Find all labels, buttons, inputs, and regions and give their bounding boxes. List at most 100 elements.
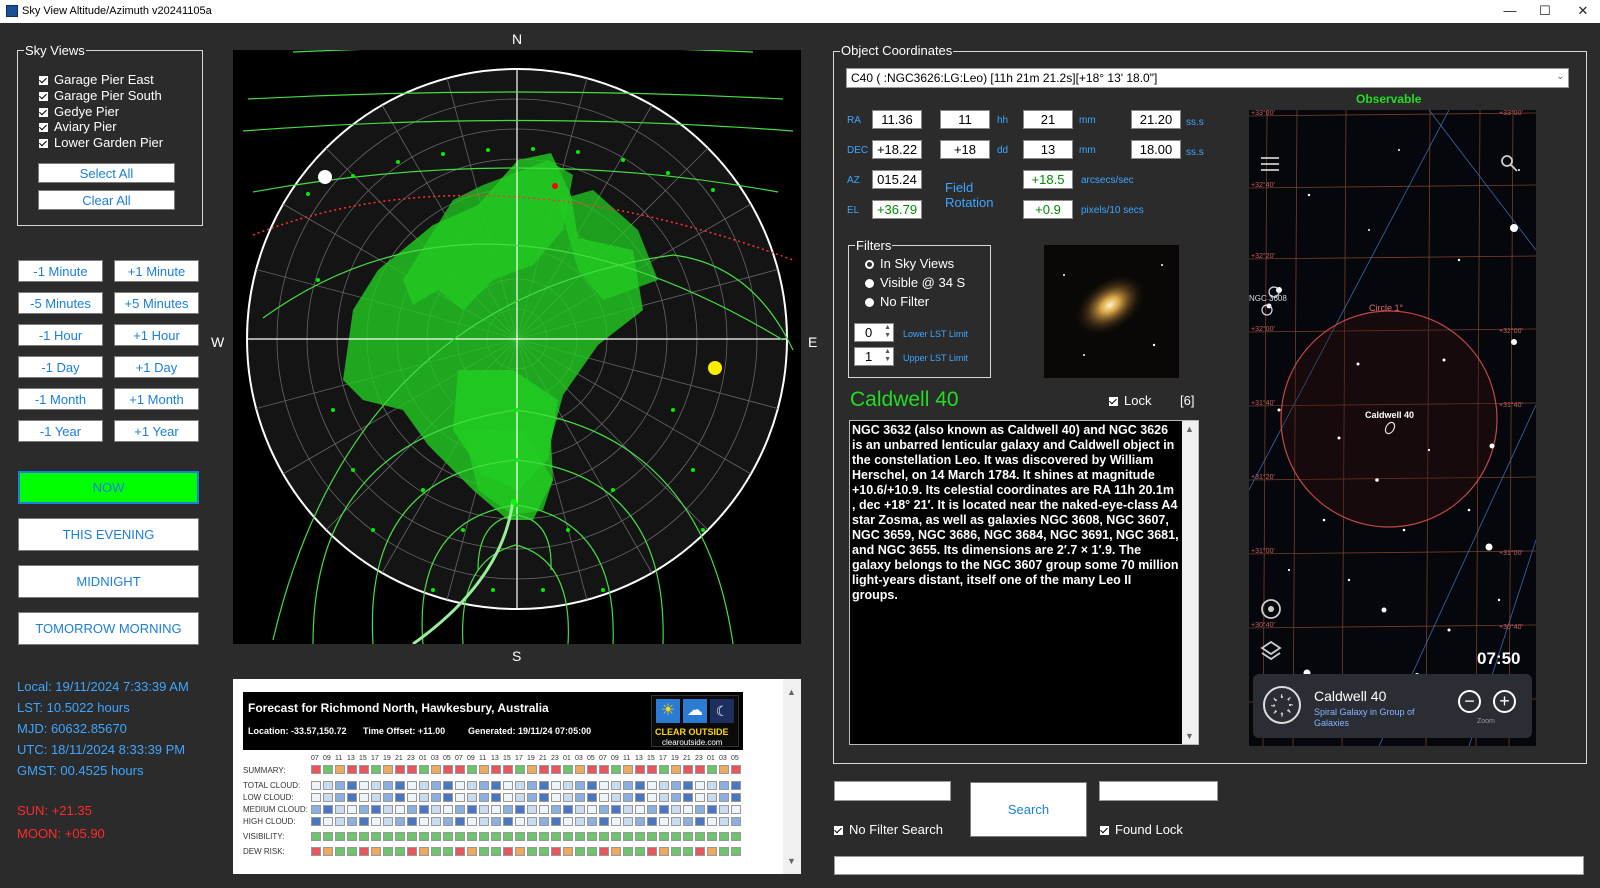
upper-lst-spinner[interactable]: 1 ▲ ▼	[854, 347, 894, 366]
forecast-hour-label: 05	[587, 755, 595, 762]
forecast-cell	[347, 847, 357, 856]
plus-1-month-button[interactable]: +1 Month	[114, 388, 199, 410]
forecast-cell	[323, 793, 333, 802]
search-input-right[interactable]	[1099, 781, 1218, 801]
scroll-up-icon[interactable]: ▲	[787, 687, 796, 697]
tomorrow-morning-button[interactable]: TOMORROW MORNING	[18, 612, 199, 645]
chevron-down-icon[interactable]: ⌄	[1556, 71, 1564, 82]
sky-view-checkbox-3[interactable]: Gedye Pier	[39, 104, 119, 119]
forecast-cell	[407, 793, 417, 802]
spinner-arrows-icon[interactable]: ▲ ▼	[884, 324, 891, 340]
scroll-down-icon[interactable]: ▼	[787, 856, 796, 866]
ra-minutes-input[interactable]: 21	[1023, 110, 1073, 129]
sky-view-checkbox-5[interactable]: Lower Garden Pier	[39, 135, 163, 150]
search-input-left[interactable]	[834, 781, 951, 801]
dec-degrees-input[interactable]: +18	[940, 140, 990, 159]
object-select[interactable]: C40 ( :NGC3626:LG:Leo) [11h 21m 21.2s][+…	[846, 68, 1569, 88]
object-info-card[interactable]: ҉ Caldwell 40 Spiral Galaxy in Group of …	[1253, 674, 1532, 738]
filter-in-sky-views[interactable]: In Sky Views	[865, 256, 954, 271]
forecast-cell	[707, 817, 717, 826]
spinner-arrows-icon[interactable]: ▲ ▼	[884, 348, 891, 364]
forecast-cell	[347, 832, 357, 841]
observable-status: Observable	[1356, 92, 1422, 106]
forecast-cell	[491, 781, 501, 790]
filter-no-filter[interactable]: No Filter	[865, 294, 929, 309]
forecast-scrollbar[interactable]: ▲ ▼	[783, 679, 801, 874]
forecast-cell	[623, 805, 633, 814]
row-label-medium-cloud: MEDIUM CLOUD:	[243, 805, 308, 814]
forecast-cell	[419, 847, 429, 856]
forecast-cell	[467, 847, 477, 856]
forecast-hour-label: 03	[431, 755, 439, 762]
forecast-cell	[431, 765, 441, 774]
select-all-button[interactable]: Select All	[38, 163, 175, 183]
description-box[interactable]: NGC 3632 (also known as Caldwell 40) and…	[849, 420, 1199, 745]
row-label-total-cloud: TOTAL CLOUD:	[243, 781, 301, 790]
ra-hours-input[interactable]: 11	[940, 110, 990, 129]
forecast-cell	[383, 793, 393, 802]
forecast-cell	[455, 765, 465, 774]
plus-1-day-button[interactable]: +1 Day	[114, 356, 199, 378]
forecast-cell	[467, 817, 477, 826]
sky-plot[interactable]	[233, 50, 801, 644]
filter-visible-34s[interactable]: Visible @ 34 S	[865, 275, 965, 290]
plus-1-year-button[interactable]: +1 Year	[114, 420, 199, 442]
lower-lst-spinner[interactable]: 0 ▲ ▼	[854, 323, 894, 342]
midnight-button[interactable]: MIDNIGHT	[18, 565, 199, 598]
sky-view-checkbox-1[interactable]: Garage Pier East	[39, 72, 154, 87]
clear-all-button[interactable]: Clear All	[38, 190, 175, 210]
minus-1-month-button[interactable]: -1 Month	[18, 388, 103, 410]
forecast-cell	[563, 765, 573, 774]
plus-1-hour-button[interactable]: +1 Hour	[114, 324, 199, 346]
forecast-cell	[683, 805, 693, 814]
search-button[interactable]: Search	[970, 782, 1087, 837]
no-filter-search-checkbox[interactable]: No Filter Search	[834, 822, 943, 837]
forecast-cell	[551, 805, 561, 814]
forecast-cell	[707, 781, 717, 790]
sky-views-title: Sky Views	[24, 43, 86, 58]
description-scrollbar[interactable]: ▲ ▼	[1182, 421, 1198, 744]
scroll-down-icon[interactable]: ▼	[1185, 731, 1194, 741]
forecast-cell	[479, 765, 489, 774]
scroll-up-icon[interactable]: ▲	[1185, 424, 1194, 434]
now-button[interactable]: NOW	[18, 471, 199, 504]
row-label-summary: SUMMARY:	[243, 766, 286, 775]
found-lock-checkbox[interactable]: Found Lock	[1100, 822, 1183, 837]
ra-seconds-input[interactable]: 21.20	[1131, 110, 1181, 129]
forecast-cell	[491, 805, 501, 814]
minus-5-minutes-button[interactable]: -5 Minutes	[18, 292, 103, 314]
forecast-hour-label: 17	[371, 755, 379, 762]
forecast-cell	[611, 847, 621, 856]
object-description: NGC 3632 (also known as Caldwell 40) and…	[852, 423, 1179, 602]
forecast-cell	[635, 781, 645, 790]
lock-checkbox[interactable]: Lock	[1109, 393, 1151, 408]
minimize-icon[interactable]: —	[1495, 0, 1525, 23]
zoom-out-icon[interactable]: −	[1458, 690, 1481, 713]
minus-1-year-button[interactable]: -1 Year	[18, 420, 103, 442]
gmst-time: GMST: 00.4525 hours	[17, 763, 144, 778]
dec-seconds-input[interactable]: 18.00	[1131, 140, 1181, 159]
sky-view-checkbox-4[interactable]: Aviary Pier	[39, 119, 117, 134]
plus-5-minutes-button[interactable]: +5 Minutes	[114, 292, 199, 314]
plus-1-minute-button[interactable]: +1 Minute	[114, 260, 199, 282]
sun-altitude: SUN: +21.35	[17, 803, 92, 818]
forecast-cell	[503, 805, 513, 814]
close-icon[interactable]: ✕	[1568, 0, 1598, 23]
forecast-hour-label: 15	[647, 755, 655, 762]
sky-view-checkbox-2[interactable]: Garage Pier South	[39, 88, 162, 103]
forecast-cell	[443, 793, 453, 802]
star-chart[interactable]: +33°00' +32°40' +32°20' +32°00' +31°40' …	[1249, 110, 1536, 746]
forecast-cell	[671, 765, 681, 774]
minus-1-day-button[interactable]: -1 Day	[18, 356, 103, 378]
forecast-cell	[383, 781, 393, 790]
forecast-cell	[587, 847, 597, 856]
minus-1-minute-button[interactable]: -1 Minute	[18, 260, 103, 282]
forecast-cell	[323, 805, 333, 814]
minus-1-hour-button[interactable]: -1 Hour	[18, 324, 103, 346]
maximize-icon[interactable]: ☐	[1530, 0, 1560, 23]
this-evening-button[interactable]: THIS EVENING	[18, 518, 199, 551]
dec-minutes-input[interactable]: 13	[1023, 140, 1073, 159]
forecast-cell	[503, 765, 513, 774]
forecast-cell	[371, 832, 381, 841]
zoom-in-icon[interactable]: +	[1493, 690, 1516, 713]
